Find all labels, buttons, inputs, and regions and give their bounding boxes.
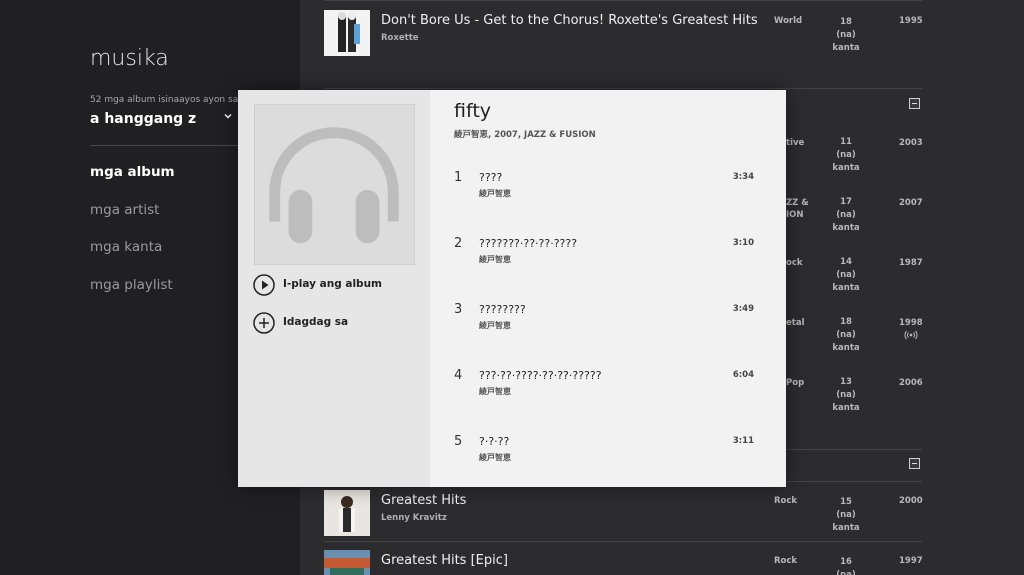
track-duration: 3:34 — [732, 172, 754, 182]
add-icon — [253, 312, 275, 334]
track-number: 5 — [454, 434, 463, 449]
play-album-label: I-play ang album — [283, 278, 382, 290]
album-genre: etal — [786, 318, 805, 328]
list-item[interactable]: Greatest Hits Lenny Kravitz Rock 15 (na)… — [324, 490, 923, 540]
nav-item-albums[interactable]: mga album — [90, 164, 175, 180]
track-row[interactable]: 5 ?·?·?? 綾戸智恵 3:11 — [454, 434, 754, 468]
track-duration: 3:49 — [732, 304, 754, 314]
album-song-count: 11 (na) kanta — [832, 137, 860, 173]
app-title: musika — [90, 46, 169, 71]
add-to-label: Idagdag sa — [283, 316, 349, 328]
track-duration: 3:11 — [732, 436, 754, 446]
album-artist: Lenny Kravitz — [381, 513, 447, 523]
headphones-icon — [269, 127, 399, 244]
track-title: ???·??·????·??·??·????? — [479, 369, 602, 382]
track-row[interactable]: 4 ???·??·????·??·??·????? 綾戸智恵 6:04 — [454, 368, 754, 402]
album-year: 1995 — [899, 16, 923, 26]
nav-item-artists[interactable]: mga artist — [90, 202, 159, 218]
divider — [324, 541, 922, 542]
track-title: ?·?·?? — [479, 435, 510, 448]
track-title: ???????·??·??·???? — [479, 237, 578, 250]
album-year: 2006 — [899, 378, 923, 388]
album-song-count: 13 (na) kanta — [832, 377, 860, 413]
album-artist: Roxette — [381, 33, 419, 43]
album-cover — [324, 490, 370, 536]
sort-value: a hanggang z — [90, 111, 197, 127]
sort-dropdown[interactable]: a hanggang z — [90, 108, 238, 128]
popup-album-title: fifty — [454, 100, 492, 122]
track-number: 2 — [454, 236, 463, 251]
album-song-count: 15 (na) kanta — [832, 497, 860, 533]
album-genre: ZZ & ION — [786, 198, 809, 220]
track-row[interactable]: 2 ???????·??·??·???? 綾戸智恵 3:10 — [454, 236, 754, 270]
list-item[interactable]: Greatest Hits [Epic] Rock 16 (na) kanta … — [324, 550, 923, 575]
album-art-placeholder — [254, 104, 415, 265]
track-title: ???? — [479, 171, 503, 184]
popup-art-panel: I-play ang album Idagdag sa — [238, 90, 430, 487]
sort-caption: 52 mga album isinaayos ayon sa — [90, 95, 239, 105]
album-title: Don't Bore Us - Get to the Chorus! Roxet… — [381, 13, 758, 28]
album-genre: Rock — [774, 556, 798, 566]
album-song-count: 18 (na) kanta — [832, 317, 860, 353]
album-popup: I-play ang album Idagdag sa fifty 綾戸智恵, … — [238, 90, 786, 487]
track-artist: 綾戸智恵 — [479, 255, 511, 264]
album-year: 2007 — [899, 198, 923, 208]
album-year: 1987 — [899, 258, 923, 268]
track-artist: 綾戸智恵 — [479, 321, 511, 330]
album-song-count: 16 (na) kanta — [836, 557, 856, 575]
album-cover — [324, 10, 370, 56]
nav-item-songs[interactable]: mga kanta — [90, 239, 162, 255]
divider — [324, 88, 922, 89]
popup-album-subtitle: 綾戸智恵, 2007, JAZZ & FUSION — [454, 130, 596, 140]
track-duration: 6:04 — [732, 370, 754, 380]
album-song-count: 14 (na) kanta — [832, 257, 860, 293]
popup-track-panel: fifty 綾戸智恵, 2007, JAZZ & FUSION 1 ???? 綾… — [430, 90, 786, 487]
track-title: ???????? — [479, 303, 526, 316]
track-number: 4 — [454, 368, 463, 383]
album-song-count: 18 (na) kanta — [832, 17, 860, 53]
track-row[interactable]: 1 ???? 綾戸智恵 3:34 — [454, 170, 754, 204]
collapse-group-button[interactable] — [909, 98, 920, 109]
album-year: 1998 — [899, 318, 923, 328]
track-artist: 綾戸智恵 — [479, 189, 511, 198]
track-number: 1 — [454, 170, 463, 185]
list-item[interactable]: Don't Bore Us - Get to the Chorus! Roxet… — [324, 10, 923, 60]
track-duration: 3:10 — [732, 238, 754, 248]
album-genre: Pop — [786, 378, 805, 388]
album-genre: Rock — [774, 496, 798, 506]
track-number: 3 — [454, 302, 463, 317]
album-genre: ock — [786, 258, 803, 268]
track-artist: 綾戸智恵 — [479, 453, 511, 462]
divider — [90, 145, 238, 146]
album-year: 1997 — [899, 556, 923, 566]
album-year: 2003 — [899, 138, 923, 148]
nav-item-playlists[interactable]: mga playlist — [90, 277, 173, 293]
play-icon — [253, 274, 275, 296]
album-song-count: 17 (na) kanta — [832, 197, 860, 233]
album-genre: tive — [786, 138, 805, 148]
album-year: 2000 — [899, 496, 923, 506]
divider — [324, 0, 922, 1]
album-title: Greatest Hits [Epic] — [381, 553, 508, 568]
collapse-group-button[interactable] — [909, 458, 920, 469]
chevron-down-icon — [224, 114, 232, 119]
album-genre: World — [774, 16, 803, 26]
broadcast-icon — [904, 330, 918, 340]
track-artist: 綾戸智恵 — [479, 387, 511, 396]
track-row[interactable]: 3 ???????? 綾戸智恵 3:49 — [454, 302, 754, 336]
album-title: Greatest Hits — [381, 493, 467, 508]
album-cover — [324, 550, 370, 575]
